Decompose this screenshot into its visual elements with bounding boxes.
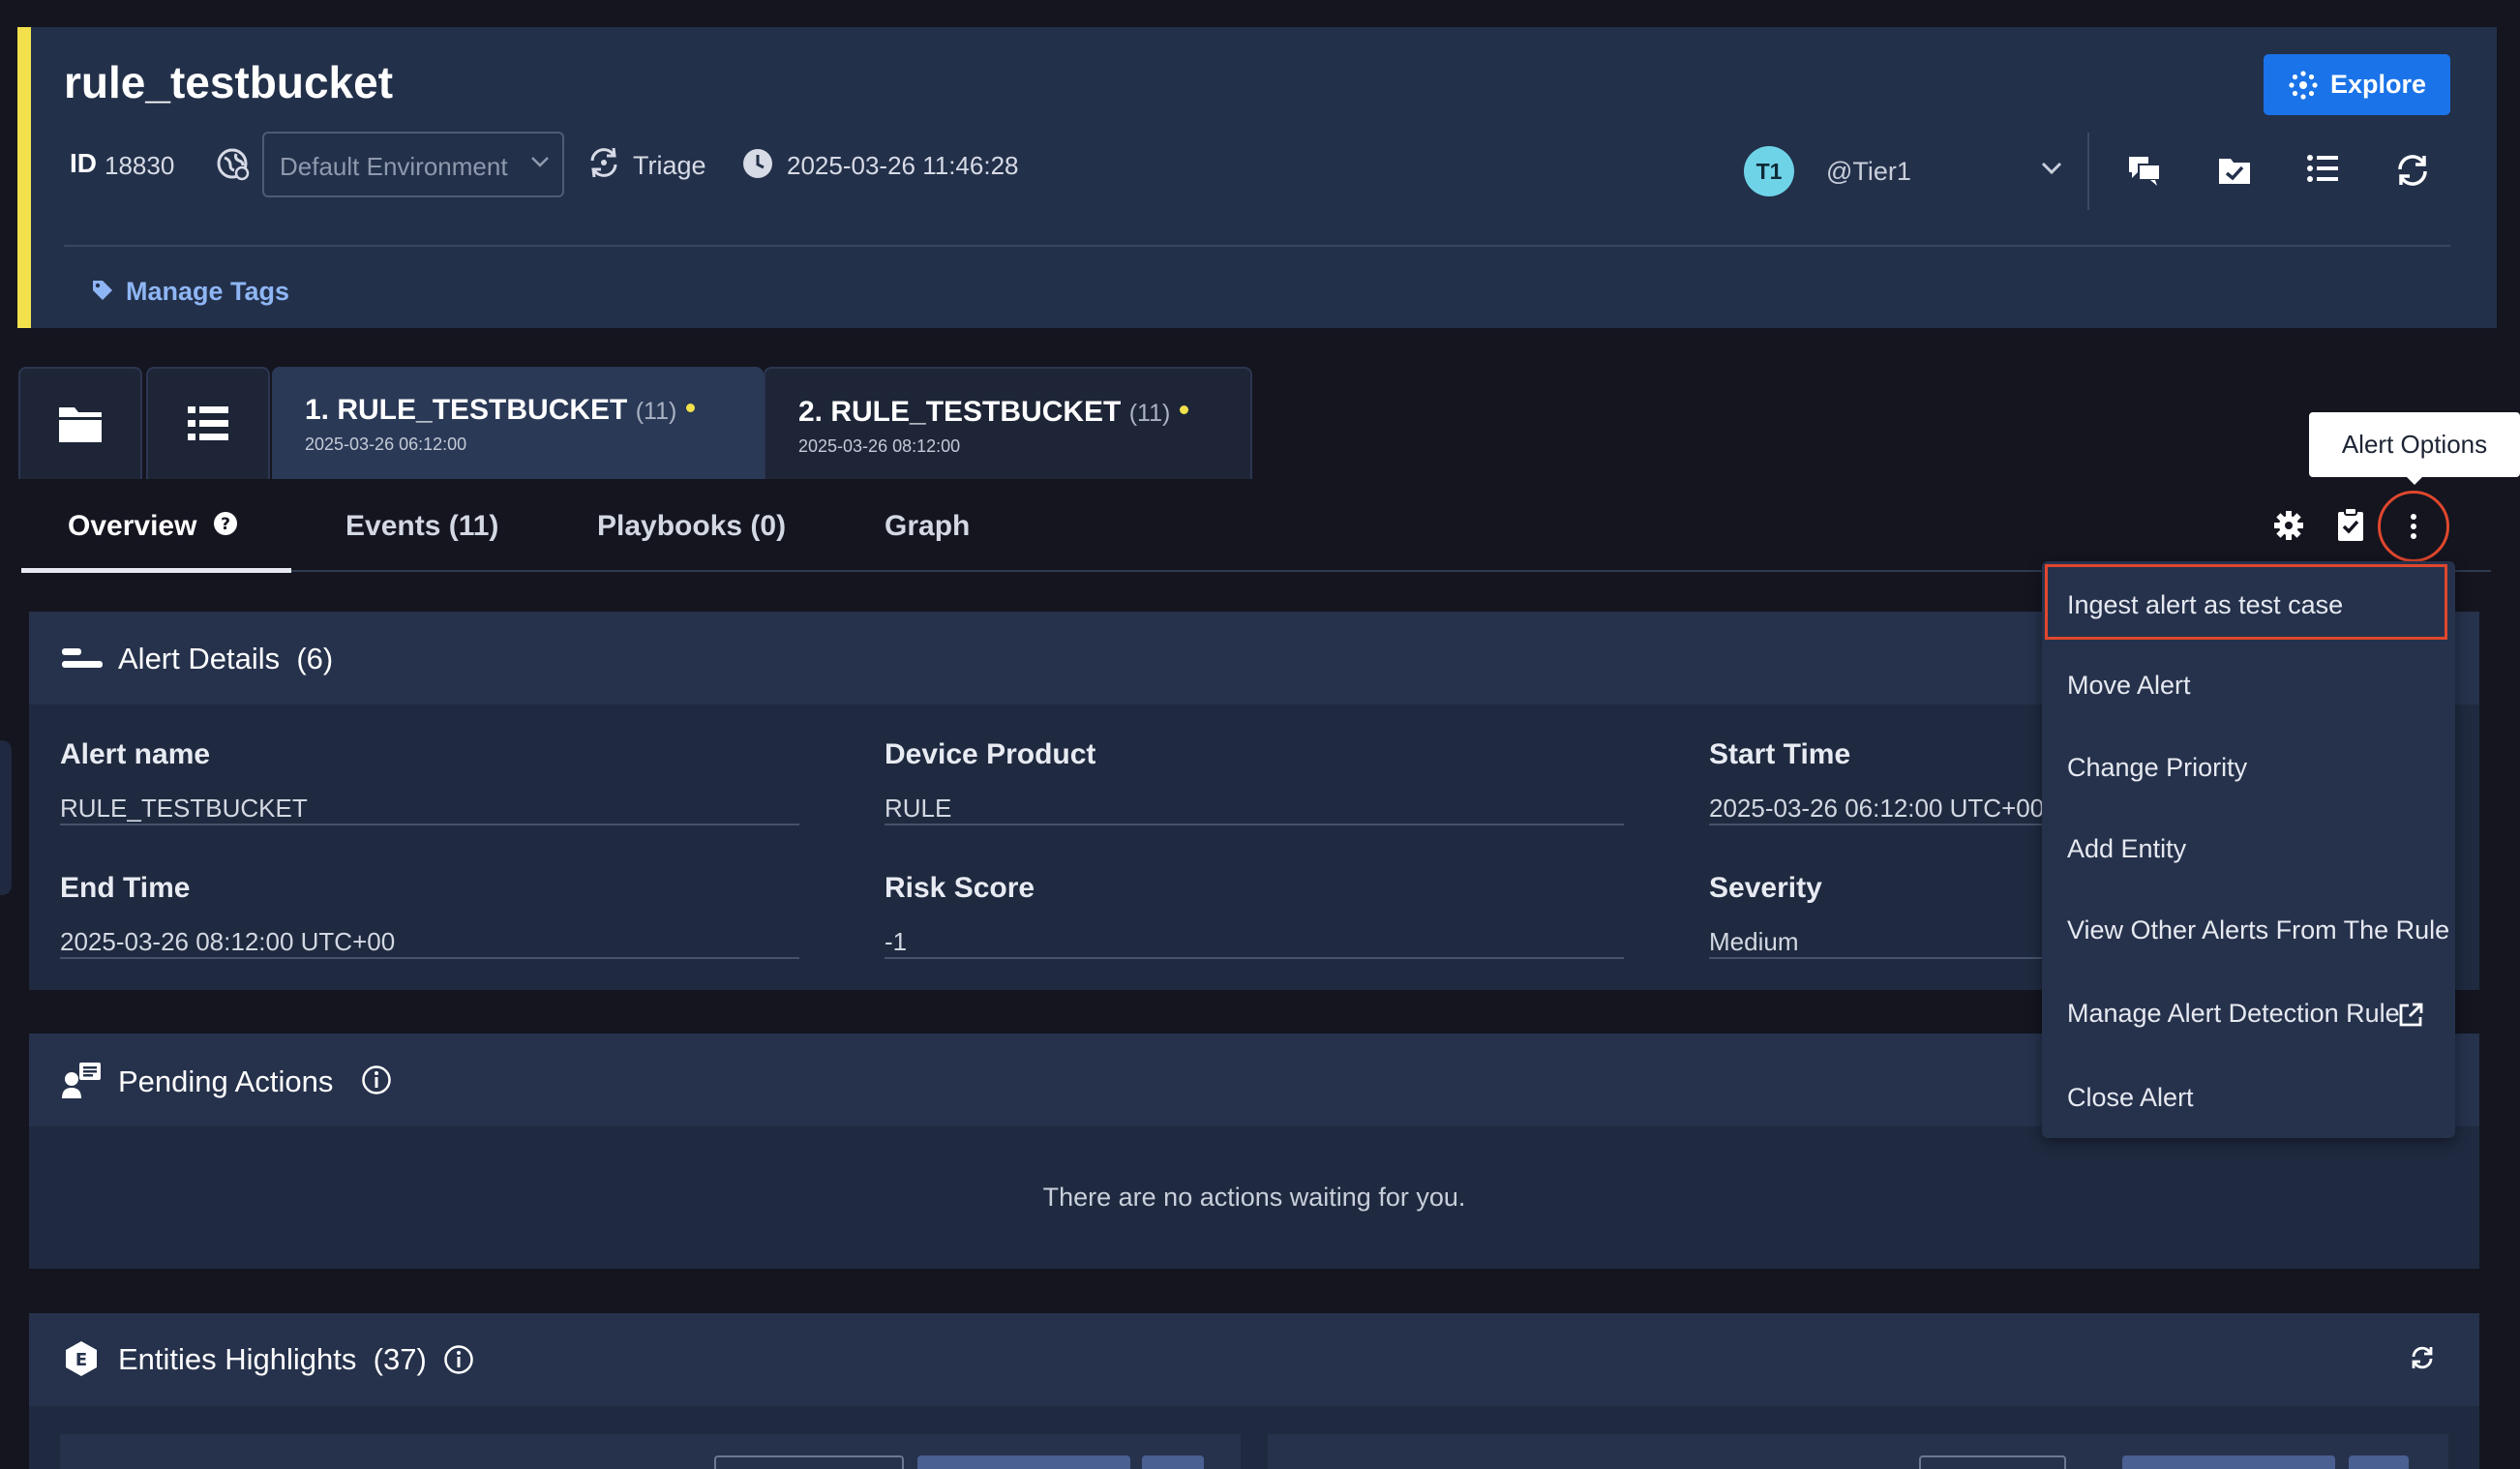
clock-icon — [741, 147, 774, 180]
explore-label: Explore — [2329, 70, 2427, 99]
explore-icon — [2288, 70, 2319, 101]
alert-options-button[interactable] — [2378, 491, 2449, 562]
active-tab-indicator — [21, 568, 291, 573]
menu-item-highlight — [2045, 564, 2447, 640]
alert-tab-title: 1. RULE_TESTBUCKET (11) — [305, 394, 696, 427]
stage-sync-icon — [586, 145, 621, 180]
folder-check-icon[interactable] — [2217, 153, 2252, 186]
folder-icon — [57, 404, 104, 444]
alert-datetime: 2025-03-26 11:46:28 — [787, 151, 1019, 180]
alert-details-title: Alert Details (6) — [118, 642, 334, 675]
entity-filter-chip[interactable] — [2122, 1455, 2335, 1469]
menu-item-view-other-alerts[interactable]: View Other Alerts From The Rule — [2067, 915, 2449, 945]
field-underline — [1709, 957, 2042, 959]
field-value-alert-name: RULE_TESTBUCKET — [60, 794, 308, 823]
info-icon[interactable] — [361, 1064, 392, 1095]
entity-filter-chip[interactable] — [1142, 1455, 1204, 1469]
page-title: rule_testbucket — [64, 57, 394, 107]
id-value: 18830 — [105, 151, 175, 180]
entities-highlights-title: Entities Highlights (37) — [118, 1342, 427, 1376]
menu-item-move-alert[interactable]: Move Alert — [2067, 671, 2191, 701]
pending-actions-empty-text: There are no actions waiting for you. — [1042, 1183, 1466, 1212]
status-dot — [1180, 405, 1189, 414]
help-icon[interactable]: ? — [213, 511, 238, 536]
alert-tab-2[interactable]: 2. RULE_TESTBUCKET (11) 2025-03-26 08:12… — [764, 367, 1252, 479]
pending-actions-title: Pending Actions — [118, 1064, 334, 1098]
alert-tab-1[interactable]: 1. RULE_TESTBUCKET (11) 2025-03-26 06:12… — [272, 367, 764, 479]
chevron-down-icon — [530, 155, 550, 168]
field-value-device-product: RULE — [885, 794, 952, 823]
tab-list[interactable] — [146, 367, 270, 479]
details-bars-icon — [62, 646, 105, 672]
svg-text:?: ? — [221, 515, 230, 534]
field-value-start-time: 2025-03-26 06:12:00 UTC+00 — [1709, 794, 2045, 823]
list-icon — [186, 405, 230, 443]
field-value-severity: Medium — [1709, 927, 1799, 956]
tab-events[interactable]: Events (11) — [345, 510, 498, 543]
field-underline — [60, 824, 799, 825]
environment-value: Default Environment — [280, 152, 508, 181]
external-link-icon — [2397, 1002, 2424, 1029]
menu-item-add-entity[interactable]: Add Entity — [2067, 834, 2186, 864]
tag-icon[interactable] — [91, 279, 114, 302]
alert-tab-title: 2. RULE_TESTBUCKET (11) — [798, 396, 1189, 429]
assignee-name[interactable]: @Tier1 — [1826, 157, 1911, 187]
kebab-icon — [2410, 513, 2417, 540]
alert-tab-date: 2025-03-26 06:12:00 — [305, 435, 467, 454]
entity-filter-chip[interactable] — [714, 1455, 904, 1469]
tab-overview[interactable]: Overview — [68, 510, 196, 543]
clipboard-check-icon[interactable] — [2336, 507, 2365, 542]
field-label-risk-score: Risk Score — [885, 872, 1035, 904]
list-icon[interactable] — [2306, 153, 2339, 184]
alert-options-menu: Ingest alert as test case Move Alert Cha… — [2042, 561, 2455, 1138]
menu-item-close-alert[interactable]: Close Alert — [2067, 1083, 2194, 1113]
alert-tab-date: 2025-03-26 08:12:00 — [798, 436, 961, 456]
manage-tags-link[interactable]: Manage Tags — [126, 277, 289, 307]
field-value-end-time: 2025-03-26 08:12:00 UTC+00 — [60, 927, 396, 956]
gear-icon[interactable] — [2273, 510, 2304, 541]
alert-options-tooltip: Alert Options — [2309, 412, 2520, 477]
entity-filter-chip[interactable] — [2349, 1455, 2409, 1469]
chevron-down-icon[interactable] — [2040, 161, 2063, 176]
refresh-icon[interactable] — [2410, 1345, 2435, 1370]
explore-button[interactable]: Explore — [2264, 54, 2450, 115]
refresh-icon[interactable] — [2395, 153, 2430, 188]
field-underline — [885, 824, 1624, 825]
menu-item-change-priority[interactable]: Change Priority — [2067, 753, 2247, 783]
svg-text:E: E — [75, 1350, 87, 1370]
header-divider-line — [64, 245, 2450, 247]
field-underline — [60, 957, 799, 959]
tab-graph[interactable]: Graph — [885, 510, 970, 543]
field-label-start-time: Start Time — [1709, 738, 1851, 770]
entity-filter-chip[interactable] — [1919, 1455, 2066, 1469]
field-label-alert-name: Alert name — [60, 738, 211, 770]
menu-item-manage-detection-rule[interactable]: Manage Alert Detection Rule — [2067, 999, 2400, 1029]
tooltip-arrow — [2405, 475, 2424, 485]
entity-filter-chip[interactable] — [917, 1455, 1130, 1469]
collapsed-side-panel[interactable] — [0, 740, 12, 895]
stage-label: Triage — [633, 151, 706, 180]
status-dot — [686, 403, 696, 412]
chat-icon[interactable] — [2127, 153, 2162, 188]
field-value-risk-score: -1 — [885, 927, 908, 956]
header-divider — [2087, 133, 2089, 210]
tab-folder[interactable] — [18, 367, 142, 479]
entity-hexagon-icon: E — [64, 1340, 99, 1377]
info-icon[interactable] — [443, 1344, 474, 1375]
field-label-device-product: Device Product — [885, 738, 1096, 770]
user-actions-icon — [62, 1062, 103, 1098]
field-underline — [885, 957, 1624, 959]
field-label-severity: Severity — [1709, 872, 1822, 904]
id-label: ID — [70, 148, 97, 178]
field-underline — [1709, 824, 2042, 825]
field-label-end-time: End Time — [60, 872, 191, 904]
avatar[interactable]: T1 — [1744, 146, 1794, 196]
environment-globe-icon — [215, 146, 250, 181]
tab-playbooks[interactable]: Playbooks (0) — [597, 510, 786, 543]
